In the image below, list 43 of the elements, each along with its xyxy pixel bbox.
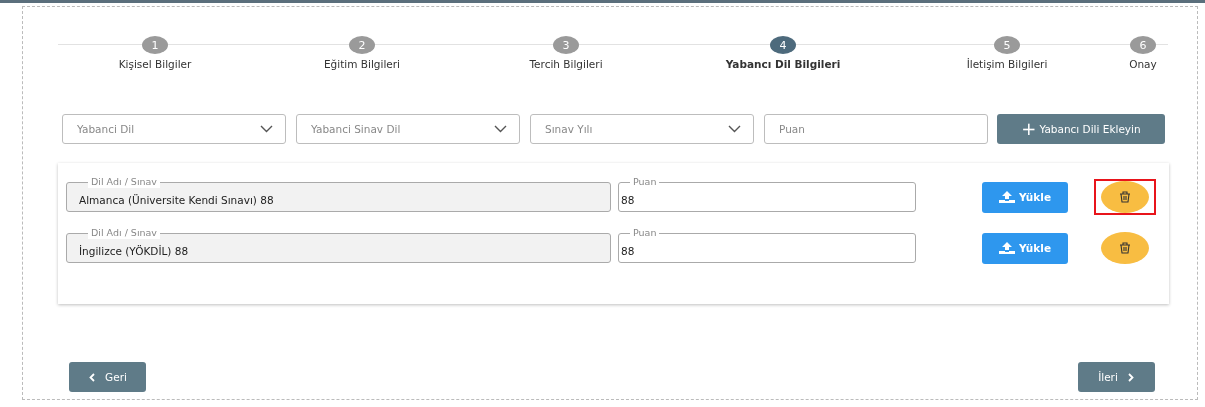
step-label: İletişim Bilgileri	[966, 58, 1048, 70]
dropdown[interactable]: Yabanci Sinav Dil	[296, 114, 520, 144]
input-field[interactable]: Puan	[764, 114, 988, 144]
field-value: 88	[621, 194, 635, 206]
field-value: İngilizce (YÖKDİL) 88	[79, 245, 189, 257]
field-label: Puan	[630, 227, 660, 239]
chevron-left-icon	[88, 372, 98, 382]
upload-icon	[999, 191, 1015, 203]
chevron-right-icon	[1125, 372, 1135, 382]
back-button[interactable]: Geri	[69, 362, 146, 392]
chevron-down-icon	[494, 125, 507, 133]
trash-icon	[1119, 242, 1131, 254]
delete-button[interactable]	[1101, 232, 1149, 264]
upload-icon	[999, 242, 1015, 254]
step-label: Kişisel Bilgiler	[118, 58, 192, 70]
dropdown-placeholder: Yabanci Dil	[77, 123, 135, 135]
step-label: Yabancı Dil Bilgileri	[725, 58, 841, 70]
add-language-button[interactable]: + Yabancı Dili Ekleyin	[997, 114, 1165, 144]
dropdown[interactable]: Sınav Yılı	[530, 114, 754, 144]
upload-button[interactable]: Yükle	[982, 232, 1068, 264]
step-label: Eğitim Bilgileri	[323, 58, 401, 70]
chevron-down-icon	[260, 125, 273, 133]
field-label: Puan	[630, 176, 660, 188]
step-number[interactable]: 3	[553, 36, 579, 54]
step-label: Onay	[1129, 58, 1157, 70]
trash-icon	[1119, 191, 1131, 203]
field-value: 88	[621, 245, 635, 257]
dropdown-placeholder: Sınav Yılı	[545, 123, 593, 135]
step-number[interactable]: 1	[142, 36, 168, 54]
delete-button[interactable]	[1101, 181, 1149, 213]
step-number[interactable]: 4	[770, 36, 796, 54]
dropdown[interactable]: Yabanci Dil	[62, 114, 286, 144]
field-label: Dil Adı / Sınav	[88, 176, 160, 188]
dropdown-placeholder: Yabanci Sinav Dil	[311, 123, 401, 135]
step-number[interactable]: 2	[349, 36, 375, 54]
field-label: Dil Adı / Sınav	[88, 227, 160, 239]
step-number[interactable]: 6	[1130, 36, 1156, 54]
step-number[interactable]: 5	[994, 36, 1020, 54]
upload-button[interactable]: Yükle	[982, 181, 1068, 213]
chevron-down-icon	[728, 125, 741, 133]
field-value: Almanca (Üniversite Kendi Sınavı) 88	[79, 194, 274, 206]
step-label: Tercih Bilgileri	[529, 58, 603, 70]
next-button[interactable]: İleri	[1078, 362, 1155, 392]
